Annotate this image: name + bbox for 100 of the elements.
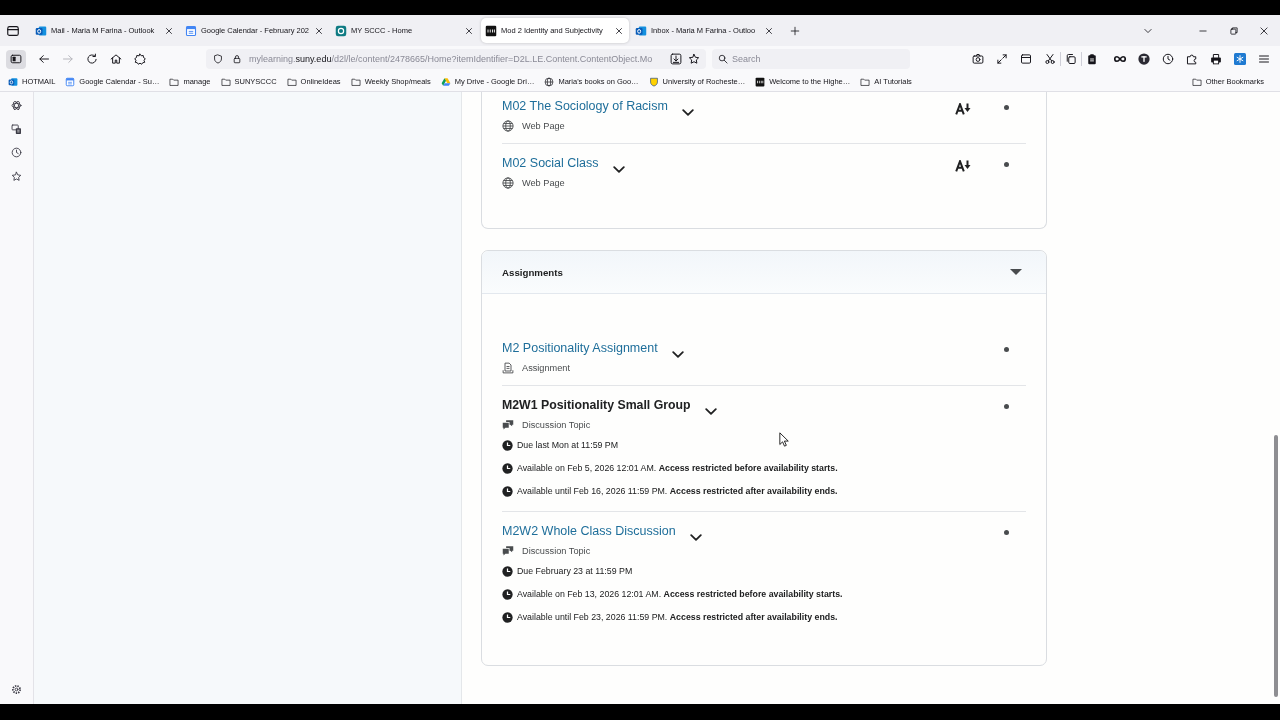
rosette-icon[interactable]: [134, 53, 146, 65]
calendar-icon: [65, 76, 76, 87]
chevron-down-icon[interactable]: [671, 351, 684, 358]
item-type-label: Discussion Topic: [522, 546, 591, 556]
scissors-icon[interactable]: [1044, 53, 1056, 65]
calendar-icon: [185, 24, 197, 37]
expand-icon[interactable]: [996, 53, 1008, 65]
mail-logo-icon: [35, 24, 47, 37]
shield-icon: [648, 76, 659, 87]
item-title: M2W1 Positionality Small Group: [502, 397, 691, 414]
clock-icon: [502, 462, 513, 474]
shield-icon[interactable]: [213, 54, 223, 64]
chevron-down-icon[interactable]: [612, 166, 625, 173]
folder-icon: [169, 76, 180, 87]
logo-icon: [485, 24, 497, 37]
document-tray-icon: [502, 362, 514, 374]
globe-icon: [502, 177, 514, 189]
item-title-link[interactable]: M02 The Sociology of Racism: [502, 97, 668, 115]
window-icon[interactable]: [1020, 53, 1032, 65]
copy-icon[interactable]: [1065, 53, 1077, 65]
mouse-pointer-icon: [779, 432, 789, 447]
lock-icon[interactable]: [232, 54, 242, 64]
schedule-text: Available on Feb 13, 2026 12:01 AM. Access restricted before availability starts.: [517, 589, 843, 599]
mail-logo-icon: [635, 24, 647, 37]
schedule-text: Available on Feb 5, 2026 12:01 AM. Access restricted before availability starts.: [517, 463, 838, 473]
puzzle-icon[interactable]: [1186, 53, 1198, 65]
globe-icon: [544, 76, 555, 87]
devices-icon[interactable]: [11, 123, 22, 135]
knot-icon[interactable]: [11, 100, 22, 111]
star-icon[interactable]: [11, 170, 22, 182]
printer-icon[interactable]: [1210, 53, 1222, 65]
logo-icon: [335, 24, 347, 37]
dot-icon[interactable]: [1003, 346, 1009, 352]
close-icon[interactable]: [1259, 25, 1269, 36]
clock-icon: [502, 565, 513, 577]
folder-icon: [286, 76, 297, 87]
caret-down-icon[interactable]: [1010, 269, 1022, 275]
triangle-logo-icon: [440, 76, 451, 87]
infinity-icon[interactable]: [1114, 53, 1126, 65]
chevron-down-icon[interactable]: [704, 408, 717, 415]
letter-a-arrow-icon[interactable]: [955, 160, 971, 172]
address-field[interactable]: mylearning.suny.edu/d2l/le/content/2478665/Home?itemIdentifier=D2L.LE.Content.ContentObject.Mo: [206, 49, 706, 69]
search-field[interactable]: Search: [712, 49, 910, 69]
home-icon[interactable]: [110, 53, 122, 65]
close-icon[interactable]: [615, 26, 623, 35]
dot-icon[interactable]: [1003, 529, 1009, 535]
folder-icon: [860, 76, 871, 87]
item-type-label: Discussion Topic: [522, 420, 591, 430]
star-icon[interactable]: [688, 53, 700, 65]
mail-logo-icon: [8, 76, 18, 87]
restore-icon[interactable]: [1229, 25, 1239, 36]
item-type-label: Web Page: [522, 178, 565, 188]
plus-icon[interactable]: [790, 25, 800, 36]
dot-icon[interactable]: [1003, 161, 1009, 167]
sidebar-icon: [10, 53, 22, 65]
letter-a-arrow-icon[interactable]: [955, 103, 971, 115]
clock-icon: [502, 611, 513, 623]
clipboard-icon[interactable]: [1086, 53, 1098, 65]
reload-icon[interactable]: [86, 53, 98, 65]
item-type-label: Assignment: [522, 363, 570, 373]
schedule-text: Due February 23 at 11:59 PM: [517, 566, 633, 576]
clock-icon: [502, 485, 513, 497]
tab-view-icon[interactable]: [6, 23, 20, 38]
snowflake-tile-icon[interactable]: [1234, 53, 1246, 65]
module-title: Assignments: [502, 266, 563, 278]
history-icon[interactable]: [1162, 53, 1174, 65]
item-type-label: Web Page: [522, 121, 565, 131]
item-title-link[interactable]: M2W2 Whole Class Discussion: [502, 522, 676, 540]
close-icon[interactable]: [465, 26, 473, 35]
search-icon: [718, 54, 728, 64]
close-icon[interactable]: [765, 26, 773, 35]
chevron-down-icon[interactable]: [681, 109, 694, 116]
scrollbar-thumb[interactable]: [1274, 435, 1278, 697]
schedule-text: Available until Feb 16, 2026 11:59 PM. Access restricted after availability ends.: [517, 486, 838, 496]
camera-icon[interactable]: [972, 53, 984, 65]
close-icon[interactable]: [165, 26, 173, 35]
history-icon[interactable]: [11, 147, 22, 158]
item-title-link[interactable]: M2 Positionality Assignment: [502, 339, 658, 357]
item-title-link[interactable]: M02 Social Class: [502, 154, 599, 172]
clock-icon: [502, 439, 513, 451]
globe-icon: [502, 120, 514, 132]
back-arrow-icon[interactable]: [38, 53, 50, 65]
dot-icon[interactable]: [1003, 403, 1009, 409]
close-icon[interactable]: [315, 26, 323, 35]
speech-bubbles-icon: [502, 419, 514, 431]
schedule-text: Available until Feb 23, 2026 11:59 PM. Access restricted after availability ends.: [517, 612, 838, 622]
settings-icon[interactable]: [11, 684, 22, 695]
folder-icon: [1191, 76, 1202, 87]
dot-icon[interactable]: [1003, 104, 1009, 110]
folder-icon: [350, 76, 361, 87]
chevron-down-icon[interactable]: [689, 534, 702, 541]
speech-bubbles-icon: [502, 545, 514, 557]
folder-icon: [220, 76, 231, 87]
sidebar-toggle-button[interactable]: [6, 49, 26, 69]
menu-icon[interactable]: [1258, 53, 1270, 65]
logo-icon: [755, 76, 766, 87]
clock-icon: [502, 588, 513, 600]
download-icon[interactable]: [670, 53, 682, 65]
round-logo-icon[interactable]: [1138, 53, 1150, 65]
schedule-text: Due last Mon at 11:59 PM: [517, 440, 619, 450]
